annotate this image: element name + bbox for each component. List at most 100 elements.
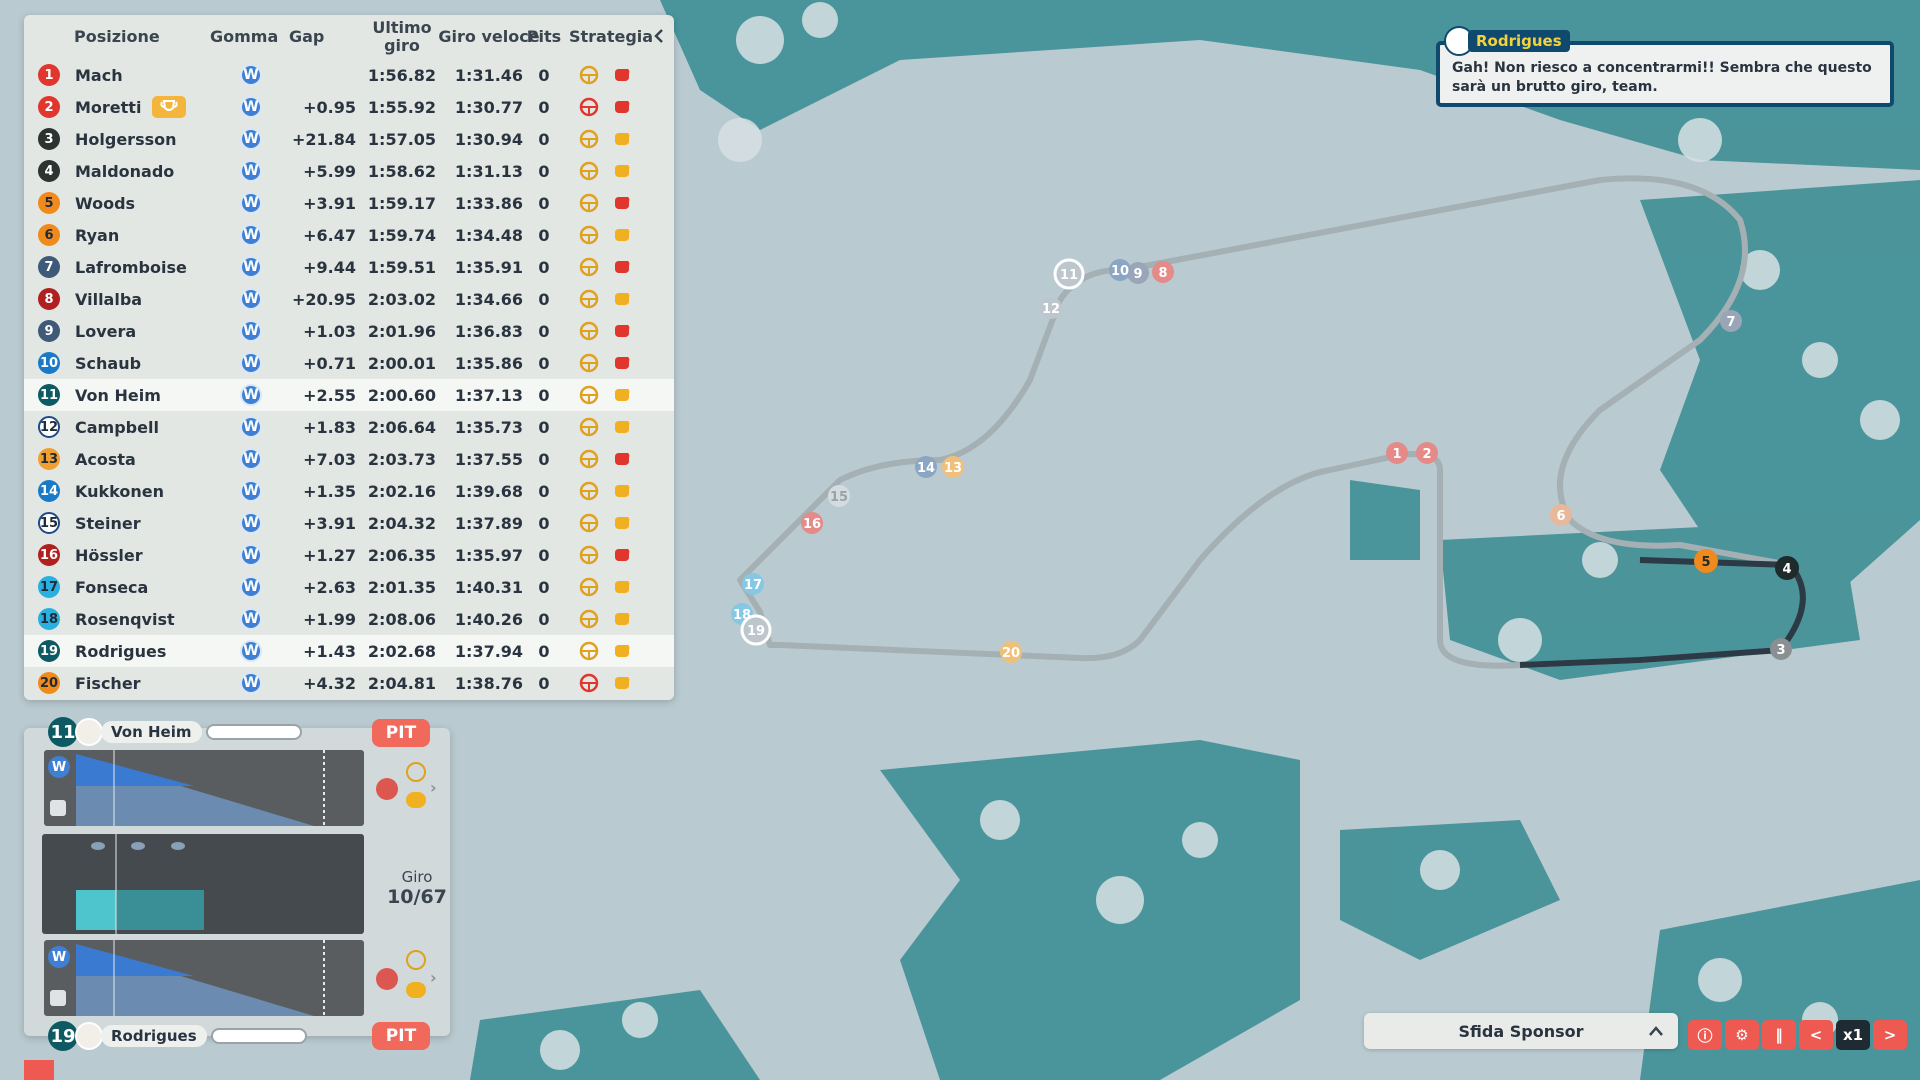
engine-mode-icon[interactable]	[612, 321, 632, 341]
engine-mode-icon[interactable]	[612, 641, 632, 661]
strategy-icon[interactable]	[579, 129, 599, 149]
table-row[interactable]: 5 Woods W +3.91 1:59.17 1:33.86 0	[24, 187, 674, 219]
pits-value: 0	[538, 481, 550, 501]
engine-mode-icon[interactable]	[612, 513, 632, 533]
steering-icon[interactable]	[406, 762, 426, 782]
table-row[interactable]: 7 Lafromboise W +9.44 1:59.51 1:35.91 0	[24, 251, 674, 283]
pits-value: 0	[538, 129, 550, 149]
engine-mode-icon[interactable]	[612, 449, 632, 469]
table-row[interactable]: 9 Lovera W +1.03 2:01.96 1:36.83 0	[24, 315, 674, 347]
chevron-right-icon[interactable]: ›	[430, 778, 437, 797]
strategy-icon[interactable]	[579, 609, 599, 629]
table-row[interactable]: 2 Moretti W +0.95 1:55.92 1:30.77 0	[24, 91, 674, 123]
engine-mode-icon[interactable]	[612, 545, 632, 565]
strategy-icon[interactable]	[579, 65, 599, 85]
engine-mode-icon[interactable]	[612, 257, 632, 277]
pits-value: 0	[538, 321, 550, 341]
pit-button[interactable]: PIT	[372, 1022, 430, 1050]
steering-icon[interactable]	[406, 950, 426, 970]
tyre-wear-graph-2: W	[44, 940, 364, 1016]
engine-mode-icon[interactable]	[612, 609, 632, 629]
table-row[interactable]: 16 Hössler W +1.27 2:06.35 1:35.97 0	[24, 539, 674, 571]
pits-value: 0	[538, 513, 550, 533]
chevron-left-icon[interactable]	[650, 27, 668, 45]
engine-mode-icon[interactable]	[612, 161, 632, 181]
pause-icon[interactable]: ‖	[1762, 1020, 1796, 1050]
svg-text:20: 20	[1002, 646, 1020, 661]
last-lap-value: 2:03.02	[367, 289, 437, 309]
pits-value: 0	[538, 161, 550, 181]
tyre-icon: W	[240, 640, 262, 662]
strategy-icon[interactable]	[579, 193, 599, 213]
engine-mode-icon[interactable]	[612, 65, 632, 85]
last-lap-value: 1:59.51	[367, 257, 437, 277]
position-badge: 6	[38, 224, 60, 246]
strategy-icon[interactable]	[579, 289, 599, 309]
engine-mode-icon[interactable]	[612, 289, 632, 309]
strategy-icon[interactable]	[579, 257, 599, 277]
engine-mode-icon[interactable]	[612, 97, 632, 117]
strategy-icon[interactable]	[579, 513, 599, 533]
engine-mode-icon[interactable]	[612, 353, 632, 373]
table-row[interactable]: 1 Mach W 1:56.82 1:31.46 0	[24, 59, 674, 91]
table-row[interactable]: 19 Rodrigues W +1.43 2:02.68 1:37.94 0	[24, 635, 674, 667]
col-strategy: Strategia	[568, 27, 654, 46]
driver-bar-top[interactable]: 11 Von Heim	[48, 717, 302, 747]
tyre-icon: W	[240, 672, 262, 694]
col-position: Posizione	[74, 27, 160, 46]
chevron-right-icon[interactable]: ›	[430, 968, 437, 987]
engine-mode-icon[interactable]	[612, 193, 632, 213]
table-row[interactable]: 15 Steiner W +3.91 2:04.32 1:37.89 0	[24, 507, 674, 539]
engine-mode-icon[interactable]	[612, 417, 632, 437]
table-row[interactable]: 20 Fischer W +4.32 2:04.81 1:38.76 0	[24, 667, 674, 699]
table-row[interactable]: 11 Von Heim W +2.55 2:00.60 1:37.13 0	[24, 379, 674, 411]
strategy-red-icon[interactable]	[376, 968, 398, 990]
table-row[interactable]: 18 Rosenqvist W +1.99 2:08.06 1:40.26 0	[24, 603, 674, 635]
gear-icon[interactable]: ⚙	[1725, 1020, 1759, 1050]
table-row[interactable]: 10 Schaub W +0.71 2:00.01 1:35.86 0	[24, 347, 674, 379]
strategy-icon[interactable]	[579, 577, 599, 597]
table-row[interactable]: 4 Maldonado W +5.99 1:58.62 1:31.13 0	[24, 155, 674, 187]
table-row[interactable]: 13 Acosta W +7.03 2:03.73 1:37.55 0	[24, 443, 674, 475]
position-badge: 5	[38, 192, 60, 214]
table-row[interactable]: 3 Holgersson W +21.84 1:57.05 1:30.94 0	[24, 123, 674, 155]
engine-mode-icon[interactable]	[612, 577, 632, 597]
strategy-icon[interactable]	[579, 225, 599, 245]
strategy-icon[interactable]	[579, 449, 599, 469]
last-lap-value: 2:06.35	[367, 545, 437, 565]
sponsor-challenge-button[interactable]: Sfida Sponsor	[1364, 1013, 1678, 1049]
engine-mode-icon[interactable]	[612, 385, 632, 405]
slower-button[interactable]: <	[1799, 1020, 1833, 1050]
engine-mode-icon[interactable]	[612, 481, 632, 501]
table-row[interactable]: 17 Fonseca W +2.63 2:01.35 1:40.31 0	[24, 571, 674, 603]
strategy-red-icon[interactable]	[376, 778, 398, 800]
strategy-icon[interactable]	[579, 353, 599, 373]
wear-chart	[76, 750, 325, 826]
last-lap-value: 2:01.35	[367, 577, 437, 597]
engine-mode-icon[interactable]	[612, 673, 632, 693]
table-row[interactable]: 14 Kukkonen W +1.35 2:02.16 1:39.68 0	[24, 475, 674, 507]
warning-icon[interactable]	[24, 1060, 54, 1080]
strategy-icon[interactable]	[579, 673, 599, 693]
svg-text:2: 2	[1422, 447, 1431, 462]
strategy-icon[interactable]	[579, 385, 599, 405]
tyre-icon: W	[240, 224, 262, 246]
strategy-icon[interactable]	[579, 641, 599, 661]
strategy-icon[interactable]	[579, 161, 599, 181]
table-row[interactable]: 12 Campbell W +1.83 2:06.64 1:35.73 0	[24, 411, 674, 443]
table-row[interactable]: 6 Ryan W +6.47 1:59.74 1:34.48 0	[24, 219, 674, 251]
faster-button[interactable]: >	[1873, 1020, 1907, 1050]
engine-mode-icon[interactable]	[612, 129, 632, 149]
strategy-icon[interactable]	[579, 545, 599, 565]
strategy-icon[interactable]	[579, 481, 599, 501]
engine-icon[interactable]	[406, 792, 426, 808]
table-row[interactable]: 8 Villalba W +20.95 2:03.02 1:34.66 0	[24, 283, 674, 315]
strategy-icon[interactable]	[579, 97, 599, 117]
info-icon[interactable]: ⓘ	[1688, 1020, 1722, 1050]
strategy-icon[interactable]	[579, 321, 599, 341]
strategy-icon[interactable]	[579, 417, 599, 437]
engine-icon[interactable]	[406, 982, 426, 998]
pit-button[interactable]: PIT	[372, 719, 430, 747]
driver-bar-bottom[interactable]: 19 Rodrigues	[48, 1021, 307, 1051]
engine-mode-icon[interactable]	[612, 225, 632, 245]
